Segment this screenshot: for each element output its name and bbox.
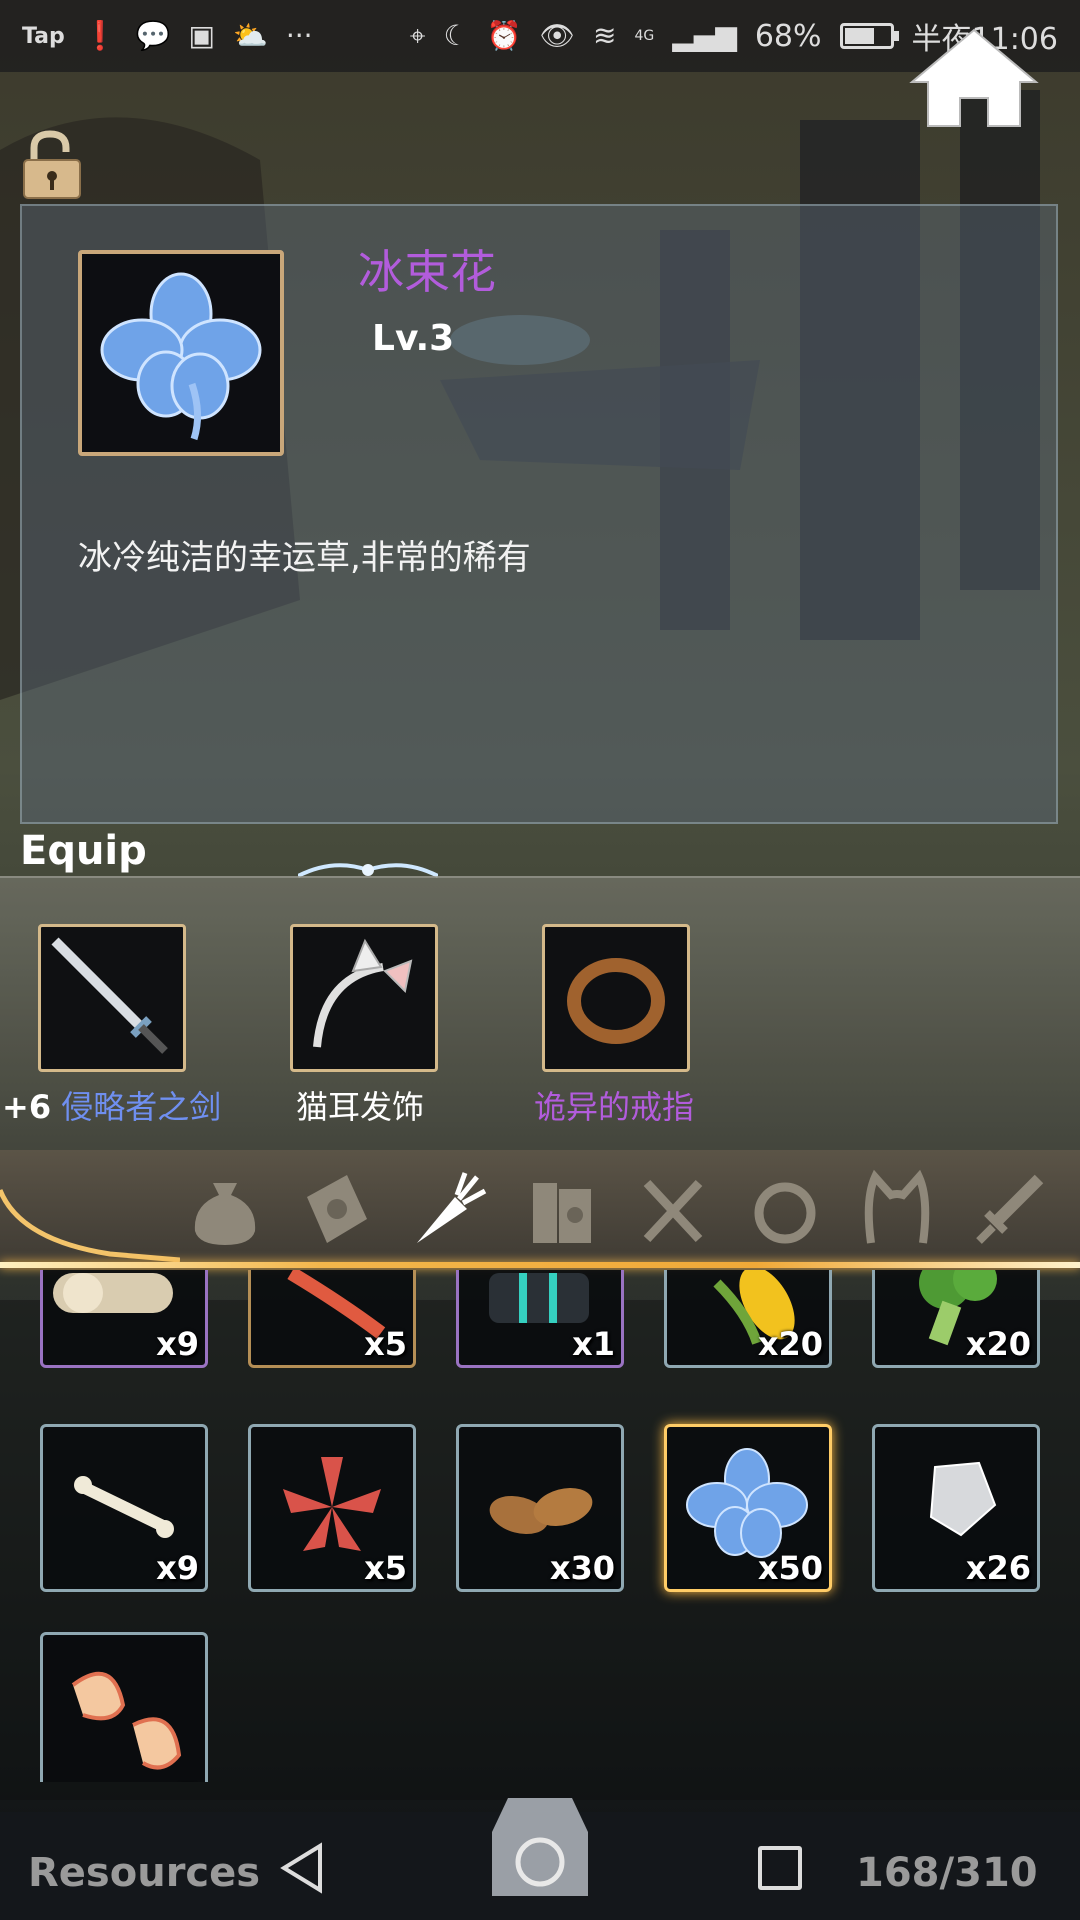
cat-ear-tab-icon [864,1169,930,1244]
sword-tab-icon [976,1174,1044,1244]
ring-icon [567,958,665,1044]
scroll-icon [307,1175,367,1243]
tab-bag[interactable] [180,1164,270,1254]
item-quantity: x50 [757,1549,823,1587]
back-triangle-icon [280,1842,322,1894]
category-label: Resources [28,1850,261,1896]
ring-name: 诡异的戒指 [534,1088,695,1126]
item-quantity: x9 [156,1325,199,1363]
inventory-item[interactable]: x20 [664,1270,832,1368]
moon-icon: ☾ [443,19,469,52]
tab-bar-flourish-icon [0,1189,180,1263]
more-icon: ··· [285,19,313,52]
bottom-bar: Resources 168/310 [0,1798,1080,1920]
lock-toggle[interactable] [20,130,84,200]
item-quantity: x20 [757,1325,823,1363]
app-label: Tap [22,23,65,49]
item-quantity: x5 [364,1325,407,1363]
alert-icon: ❗ [82,19,118,52]
home-button[interactable] [908,26,1040,130]
tab-book[interactable] [516,1164,606,1254]
equip-slot-ring[interactable] [542,924,690,1072]
headgear-name: 猫耳发饰 [296,1088,425,1126]
inventory-item[interactable]: x5 [248,1424,416,1592]
weapon-enhance-level: +6 [2,1088,52,1126]
item-quantity: x1 [572,1325,615,1363]
house-icon [909,28,1039,127]
fork-spoon-icon [643,1179,703,1243]
home-circle-icon [492,1798,588,1896]
inventory-item[interactable]: x5 [248,1270,416,1368]
tab-scroll[interactable] [292,1164,382,1254]
item-quantity: x30 [549,1549,615,1587]
tab-ring[interactable] [740,1164,830,1254]
capacity-counter: 168/310 [856,1850,1038,1896]
signal-icon: ▂▄▆ [672,19,737,52]
tab-underline [0,1262,1080,1268]
equip-slot-headgear[interactable] [290,924,438,1072]
unlocked-lock-icon [23,130,81,199]
battery-icon [839,23,899,49]
tab-material[interactable] [404,1164,494,1254]
inventory-item[interactable]: x1 [456,1270,624,1368]
equip-title: Equip [20,828,147,874]
item-description: 冰冷纯洁的幸运草,非常的稀有 [78,538,531,578]
inventory-item[interactable]: x20 [872,1270,1040,1368]
book-icon [533,1183,591,1243]
sword-icon [51,937,168,1054]
inventory-item[interactable]: x5 [40,1632,208,1782]
category-tab-bar [0,1150,1080,1270]
ring-tab-icon [754,1182,816,1244]
item-quantity: x5 [156,1777,199,1782]
tab-food[interactable] [628,1164,718,1254]
weapon-name: 侵略者之剑 [61,1088,222,1126]
inventory-item[interactable]: x9 [40,1270,208,1368]
item-level: Lv.3 [372,318,455,359]
inventory-item[interactable]: x26 [872,1424,1040,1592]
item-name: 冰束花 [358,245,496,299]
recent-apps-button[interactable] [758,1846,802,1890]
inventory-item[interactable]: x9 [40,1424,208,1592]
tab-weapon[interactable] [964,1164,1054,1254]
eye-icon: 👁 [539,19,575,52]
shrimp-icon [71,1671,182,1770]
tab-headgear[interactable] [852,1164,942,1254]
bag-icon [194,1183,256,1245]
inventory-item[interactable]: x30 [456,1424,624,1592]
item-quantity: x5 [364,1549,407,1587]
alarm-icon: ⏰ [486,19,522,52]
item-quantity: x20 [965,1325,1031,1363]
back-button[interactable] [276,1842,328,1894]
cat-ear-headband-icon [313,938,413,1048]
wifi-icon: ≋ [593,19,617,52]
wechat-icon: 💬 [135,19,171,52]
item-detail-panel: 冰束花 Lv.3 冰冷纯洁的幸运草,非常的稀有 [20,204,1058,824]
inventory-grid: x9 x5 x1 x20 x20 x9 x5 x30 x50 x26 [0,1270,1080,1782]
equip-panel: +6 侵略者之剑 猫耳发饰 诡异的戒指 [0,876,1080,1152]
item-quantity: x26 [965,1549,1031,1587]
weather-icon: ⛅ [232,19,268,52]
carrot-icon [417,1172,487,1243]
home-nav-button[interactable] [488,1790,592,1900]
network-label: 4G [634,28,655,44]
battery-percent: 68% [754,18,822,54]
equip-slot-weapon[interactable] [38,924,186,1072]
location-icon: ⌖ [409,19,426,52]
item-quantity: x9 [156,1549,199,1587]
news-icon: ▣ [188,19,215,52]
item-portrait [78,250,284,456]
equip-label-weapon: +6 侵略者之剑 [2,1082,221,1128]
blue-clover-icon [100,272,262,441]
inventory-item-selected[interactable]: x50 [664,1424,832,1592]
